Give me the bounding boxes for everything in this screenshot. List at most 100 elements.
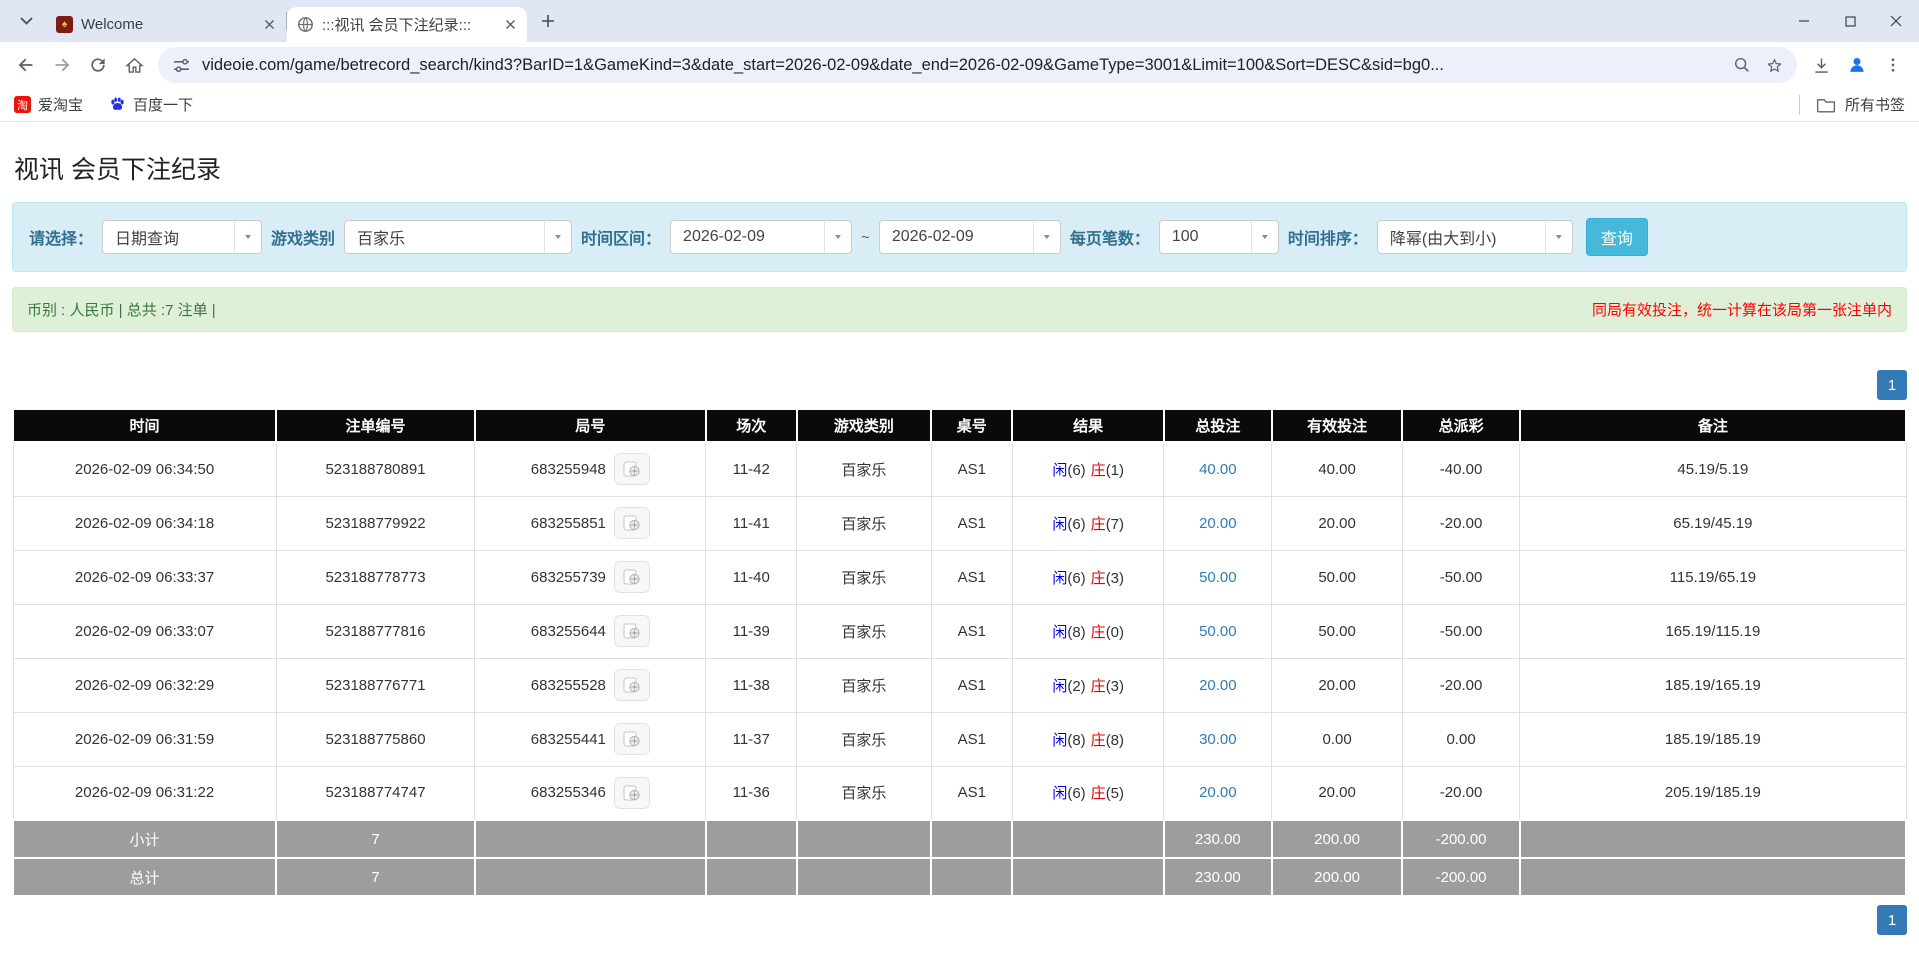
reload-button[interactable] bbox=[80, 47, 116, 83]
forward-arrow-icon bbox=[55, 58, 70, 72]
total-bet-link[interactable]: 50.00 bbox=[1199, 623, 1237, 640]
bet-id-cell: 523188780891 bbox=[275, 441, 476, 497]
col-round: 局号 bbox=[473, 408, 707, 443]
page-1-button[interactable]: 1 bbox=[1877, 905, 1907, 935]
zoom-icon[interactable] bbox=[1731, 54, 1753, 76]
chevron-down-icon bbox=[1544, 221, 1572, 253]
video-file-icon bbox=[623, 515, 640, 531]
tab-search-button[interactable] bbox=[12, 7, 40, 35]
session-cell: 11-42 bbox=[705, 441, 798, 497]
banker-result: 庄 bbox=[1090, 677, 1106, 695]
bet-id-cell: 523188779922 bbox=[275, 495, 476, 551]
minimize-button[interactable] bbox=[1781, 0, 1827, 42]
video-replay-button[interactable] bbox=[613, 776, 650, 809]
profile-button[interactable] bbox=[1839, 47, 1875, 83]
round-cell: 683255851 bbox=[474, 495, 707, 551]
query-type-select[interactable]: 日期查询 bbox=[102, 220, 263, 254]
table-row: 2026-02-09 06:31:22 523188774747 6832553… bbox=[12, 765, 1907, 821]
subtotal-count: 7 bbox=[275, 819, 476, 859]
valid-bet-notice: 同局有效投注，统一计算在该局第一张注单内 bbox=[1591, 302, 1892, 319]
round-id: 683255851 bbox=[530, 514, 606, 532]
total-bet-cell: 20.00 bbox=[1163, 765, 1273, 821]
folder-icon bbox=[1816, 97, 1836, 113]
remark-cell: 115.19/65.19 bbox=[1519, 549, 1907, 605]
time-sort-select[interactable]: 降幂(由大到小) bbox=[1376, 220, 1573, 254]
total-bet-link[interactable]: 20.00 bbox=[1199, 515, 1237, 532]
game-cell: 百家乐 bbox=[796, 441, 932, 497]
valid-bet-cell: 20.00 bbox=[1271, 765, 1403, 821]
video-file-icon bbox=[623, 677, 640, 693]
close-window-button[interactable] bbox=[1873, 0, 1919, 42]
game-kind-select[interactable]: 百家乐 bbox=[344, 220, 573, 254]
video-replay-button[interactable] bbox=[613, 723, 650, 755]
minimize-icon bbox=[1799, 20, 1809, 22]
video-replay-button[interactable] bbox=[613, 561, 650, 593]
col-table-no: 桌号 bbox=[930, 408, 1014, 443]
time-cell: 2026-02-09 06:32:29 bbox=[12, 657, 277, 713]
chevron-down-icon bbox=[234, 221, 261, 253]
page-1-button[interactable]: 1 bbox=[1877, 370, 1907, 400]
bookmark-aitaobao[interactable]: 爱淘宝 bbox=[14, 94, 83, 115]
total-payout: -200.00 bbox=[1401, 857, 1521, 897]
date-end-select[interactable]: 2026-02-09 bbox=[878, 220, 1061, 254]
total-bet-link[interactable]: 20.00 bbox=[1199, 784, 1237, 801]
back-arrow-icon bbox=[18, 58, 33, 72]
round-id: 683255346 bbox=[530, 784, 606, 802]
total-bet-link[interactable]: 40.00 bbox=[1199, 461, 1237, 478]
total-bet-link[interactable]: 20.00 bbox=[1199, 677, 1237, 694]
banker-result: 庄 bbox=[1090, 623, 1106, 641]
result-cell: 闲(6) 庄(7) bbox=[1011, 495, 1165, 551]
close-icon[interactable] bbox=[260, 16, 278, 34]
col-session: 场次 bbox=[704, 408, 798, 443]
game-cell: 百家乐 bbox=[796, 549, 932, 605]
all-bookmarks-label: 所有书签 bbox=[1844, 97, 1905, 114]
round-cell: 683255739 bbox=[474, 549, 707, 605]
total-bet-link[interactable]: 30.00 bbox=[1199, 731, 1237, 748]
game-cell: 百家乐 bbox=[796, 657, 932, 713]
all-bookmarks[interactable]: 所有书签 bbox=[1798, 94, 1905, 115]
time-cell: 2026-02-09 06:33:07 bbox=[12, 603, 277, 659]
remark-cell: 45.19/5.19 bbox=[1519, 441, 1907, 497]
game-kind-label: 游戏类别 bbox=[271, 231, 336, 248]
remark-cell: 185.19/165.19 bbox=[1519, 657, 1907, 713]
url-text[interactable]: videoie.com/game/betrecord_search/kind3?… bbox=[202, 56, 1721, 75]
menu-button[interactable] bbox=[1875, 47, 1911, 83]
remark-cell: 65.19/45.19 bbox=[1519, 495, 1907, 551]
total-bet-cell: 30.00 bbox=[1163, 711, 1273, 767]
table-row: 2026-02-09 06:33:37 523188778773 6832557… bbox=[12, 549, 1907, 605]
video-replay-button[interactable] bbox=[613, 453, 650, 486]
search-button[interactable]: 查询 bbox=[1585, 218, 1648, 256]
payout-cell: -20.00 bbox=[1401, 495, 1521, 551]
bookmark-star-icon[interactable] bbox=[1763, 54, 1785, 76]
home-button[interactable] bbox=[116, 47, 152, 83]
back-button[interactable] bbox=[8, 47, 44, 83]
per-page-select[interactable]: 100 bbox=[1158, 220, 1279, 254]
round-cell: 683255528 bbox=[474, 657, 707, 713]
date-start-select[interactable]: 2026-02-09 bbox=[670, 220, 853, 254]
site-settings-icon[interactable] bbox=[170, 54, 192, 76]
tab-betrecord[interactable]: :::视讯 会员下注纪录::: bbox=[287, 7, 527, 42]
maximize-button[interactable] bbox=[1827, 0, 1873, 42]
url-bar[interactable]: videoie.com/game/betrecord_search/kind3?… bbox=[158, 47, 1797, 83]
video-replay-button[interactable] bbox=[613, 507, 650, 539]
query-type-value: 日期查询 bbox=[115, 231, 180, 248]
time-cell: 2026-02-09 06:34:50 bbox=[12, 441, 277, 497]
table-no-cell: AS1 bbox=[930, 711, 1013, 767]
downloads-button[interactable] bbox=[1803, 47, 1839, 83]
close-icon[interactable] bbox=[501, 16, 519, 34]
total-bet-link[interactable]: 50.00 bbox=[1199, 569, 1237, 586]
time-sort-label: 时间排序： bbox=[1287, 231, 1368, 248]
table-no-cell: AS1 bbox=[930, 657, 1013, 713]
new-tab-button[interactable] bbox=[535, 8, 561, 34]
welcome-favicon-icon bbox=[56, 16, 73, 33]
banker-result: 庄 bbox=[1090, 731, 1106, 749]
tab-welcome[interactable]: Welcome bbox=[46, 7, 286, 42]
banker-result: 庄 bbox=[1090, 515, 1106, 533]
payout-cell: 0.00 bbox=[1401, 711, 1521, 767]
banker-result: 庄 bbox=[1090, 569, 1106, 587]
video-replay-button[interactable] bbox=[613, 615, 650, 647]
player-result: 闲 bbox=[1052, 731, 1068, 749]
forward-button[interactable] bbox=[44, 47, 80, 83]
bookmark-baidu[interactable]: 百度一下 bbox=[109, 94, 193, 115]
video-replay-button[interactable] bbox=[613, 669, 650, 701]
